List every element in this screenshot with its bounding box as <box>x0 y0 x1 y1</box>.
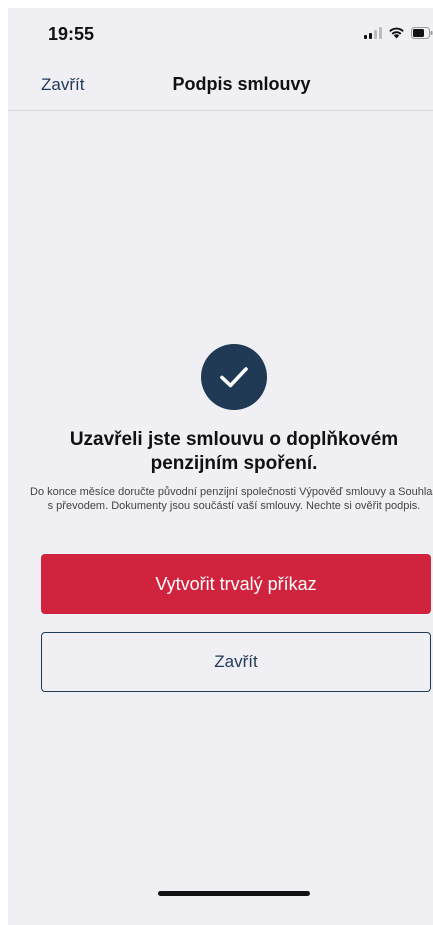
status-bar: 19:55 <box>8 8 433 56</box>
navigation-bar: Zavřít Podpis smlouvy <box>8 56 433 111</box>
create-standing-order-button[interactable]: Vytvořit trvalý příkaz <box>41 554 431 614</box>
home-indicator <box>158 891 310 896</box>
page-title: Podpis smlouvy <box>172 74 311 94</box>
signal-icon <box>364 26 382 39</box>
phone-screen: 19:55 Zavřít Podpis smlouvy Uzavřeli jst… <box>8 8 433 925</box>
battery-icon <box>411 26 433 39</box>
wifi-icon <box>388 26 405 39</box>
close-button[interactable]: Zavřít <box>41 632 431 692</box>
status-time: 19:55 <box>48 24 95 44</box>
success-description: Do konce měsíce doručte původní penzijní… <box>30 486 433 512</box>
status-icons <box>364 26 433 39</box>
checkmark-circle-icon <box>201 344 267 410</box>
success-headline: Uzavřeli jste smlouvu o doplňkovém penzi… <box>69 429 399 474</box>
